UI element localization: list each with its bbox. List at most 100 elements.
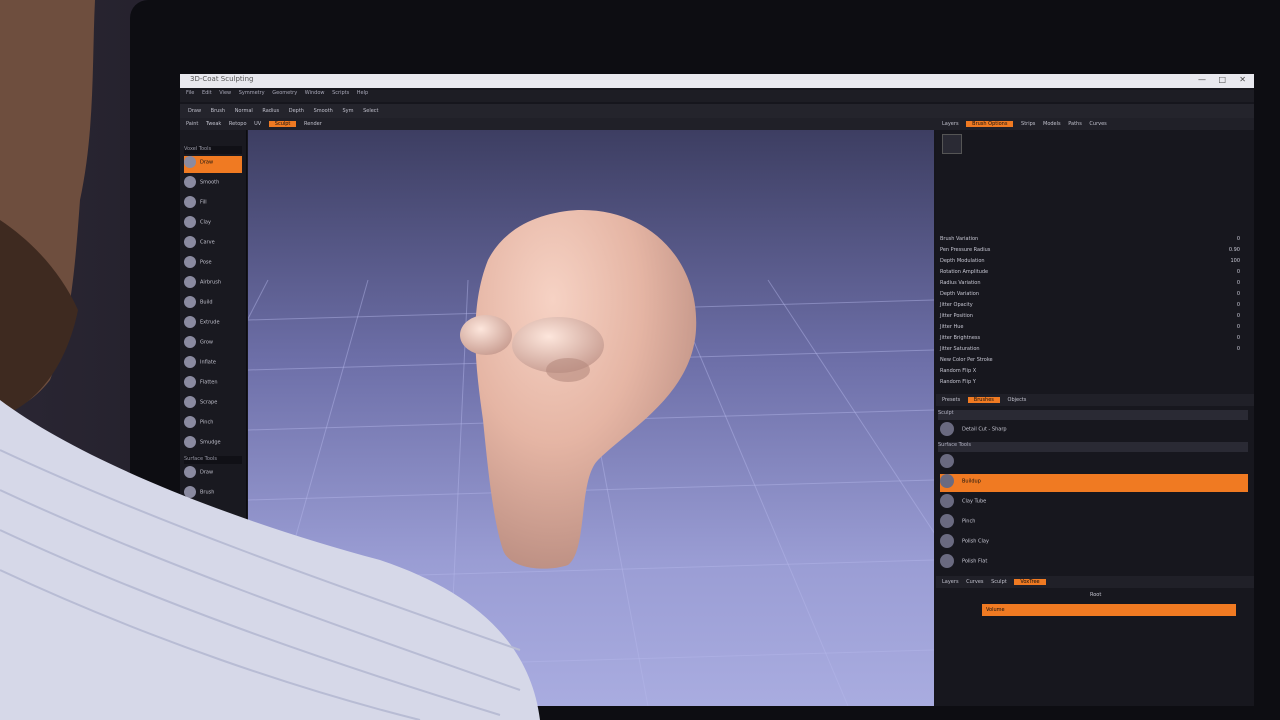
3d-viewport[interactable] [248,130,934,706]
tab-paths[interactable]: Paths [1068,121,1082,127]
prop-row[interactable]: Pen Pressure Radius 0.90 [940,247,1240,258]
surface-group-header[interactable]: Surface Tools [938,442,1248,452]
toolbar-item-7[interactable]: Select [363,108,378,114]
tool-fill[interactable]: Fill [184,196,242,213]
tab-brushes[interactable]: Brushes [967,397,1000,403]
toolbar-item-1[interactable]: Brush [211,108,225,114]
prop-row[interactable]: New Color Per Stroke [940,357,1240,368]
tab-brush-options[interactable]: Brush Options [966,121,1014,127]
tool-surface-brush[interactable]: Brush [184,486,242,503]
prop-row[interactable]: Depth Modulation 100 [940,258,1240,269]
prop-row[interactable]: Brush Variation 0 [940,236,1240,247]
minimize-button[interactable]: — [1198,75,1206,84]
tab-layers[interactable]: Layers [942,121,959,127]
close-button[interactable]: ✕ [1239,75,1246,84]
tool-build[interactable]: Build [184,296,242,313]
toolbar-item-4[interactable]: Depth [289,108,304,114]
voxtree-selected-layer[interactable]: Volume [982,604,1236,616]
room-tab-paint[interactable]: Paint [186,121,198,127]
toolbar-item-6[interactable]: Sym [342,108,353,114]
pinch-tool-icon [184,416,196,428]
brush-item[interactable]: Polish Clay [940,534,1248,552]
tab-voxtree[interactable]: VoxTree [1014,579,1046,585]
tab-curves[interactable]: Curves [1089,121,1106,127]
tool-surface-draw[interactable]: Draw [184,466,242,483]
tool-surface-buildup[interactable]: Buildup [184,506,242,523]
prop-row[interactable]: Jitter Saturation 0 [940,346,1240,357]
toolbar-item-2[interactable]: Normal [235,108,253,114]
tool-pose[interactable]: Pose [184,256,242,273]
window-title: 3D-Coat Sculpting [190,75,254,83]
sculpted-head-model[interactable] [475,209,697,569]
build-tool-icon [184,296,196,308]
prop-row[interactable]: Radius Variation 0 [940,280,1240,291]
tab-scene-curves[interactable]: Curves [966,579,983,585]
room-tab-sculpt[interactable]: Sculpt [268,121,297,127]
tool-inflate[interactable]: Inflate [184,356,242,373]
prop-row[interactable]: Jitter Hue 0 [940,324,1240,335]
tool-pinch[interactable]: Pinch [184,416,242,433]
brush-item[interactable]: Polish Flat [940,554,1248,572]
tool-clay[interactable]: Clay [184,216,242,233]
sculpt-group-header[interactable]: Sculpt [938,410,1248,420]
menu-symmetry[interactable]: Symmetry [239,90,265,96]
eye-icon[interactable] [940,474,954,488]
tab-scene-sculpt[interactable]: Sculpt [991,579,1007,585]
tool-carve[interactable]: Carve [184,236,242,253]
room-tab-uv[interactable]: UV [254,121,261,127]
carve-tool-icon [184,236,196,248]
tab-strips[interactable]: Strips [1021,121,1035,127]
menu-edit[interactable]: Edit [202,90,212,96]
tab-objects[interactable]: Objects [1008,397,1027,403]
prop-row[interactable]: Depth Variation 0 [940,291,1240,302]
menu-file[interactable]: File [186,90,194,96]
tab-presets[interactable]: Presets [942,397,960,403]
tab-models[interactable]: Models [1043,121,1061,127]
brush-item[interactable] [940,454,1248,472]
brush-item-selected[interactable]: Buildup [940,474,1248,492]
eye-icon[interactable] [940,554,954,568]
eye-icon[interactable] [940,494,954,508]
brush-preview-icon[interactable] [942,134,962,154]
tool-airbrush[interactable]: Airbrush [184,276,242,293]
tool-scrape[interactable]: Scrape [184,396,242,413]
brush-item[interactable]: Clay Tube [940,494,1248,512]
prop-row[interactable]: Jitter Opacity 0 [940,302,1240,313]
room-tab-tweak[interactable]: Tweak [206,121,221,127]
prop-row[interactable]: Jitter Brightness 0 [940,335,1240,346]
tool-smooth[interactable]: Smooth [184,176,242,193]
brush-item[interactable]: Detail Cut - Sharp [940,422,1248,440]
prop-row[interactable]: Rotation Amplitude 0 [940,269,1240,280]
eye-icon[interactable] [940,534,954,548]
room-tab-retopo[interactable]: Retopo [229,121,247,127]
eye-icon[interactable] [940,422,954,436]
prop-row[interactable]: Random Flip Y [940,379,1240,390]
prop-row[interactable]: Jitter Position 0 [940,313,1240,324]
menu-window[interactable]: Window [305,90,325,96]
toolbar-item-5[interactable]: Smooth [314,108,333,114]
menu-view[interactable]: View [219,90,231,96]
tool-extrude[interactable]: Extrude [184,316,242,333]
toolbar-item-3[interactable]: Radius [262,108,279,114]
eye-icon[interactable] [940,514,954,528]
toolbar-item-0[interactable]: Draw [188,108,201,114]
menu-geometry[interactable]: Geometry [272,90,297,96]
tool-draw[interactable]: Draw [184,156,242,173]
prop-row[interactable]: Random Flip X [940,368,1240,379]
tool-grow[interactable]: Grow [184,336,242,353]
maximize-button[interactable]: □ [1218,75,1226,84]
left-eye-ridge [460,315,512,355]
room-tab-render[interactable]: Render [304,121,322,127]
brush-item[interactable]: Pinch [940,514,1248,532]
tab-scene-layers[interactable]: Layers [942,579,959,585]
tools-panel: Voxel Tools Draw Smooth Fill Clay Carve … [180,130,247,706]
draw-tool-icon [184,156,196,168]
menu-help[interactable]: Help [357,90,368,96]
menu-scripts[interactable]: Scripts [332,90,349,96]
clay-tool-icon [184,216,196,228]
tool-flatten[interactable]: Flatten [184,376,242,393]
voxtree-root[interactable]: Root [940,592,1240,603]
tool-smudge[interactable]: Smudge [184,436,242,453]
eye-icon[interactable] [940,454,954,468]
smooth-tool-icon [184,176,196,188]
